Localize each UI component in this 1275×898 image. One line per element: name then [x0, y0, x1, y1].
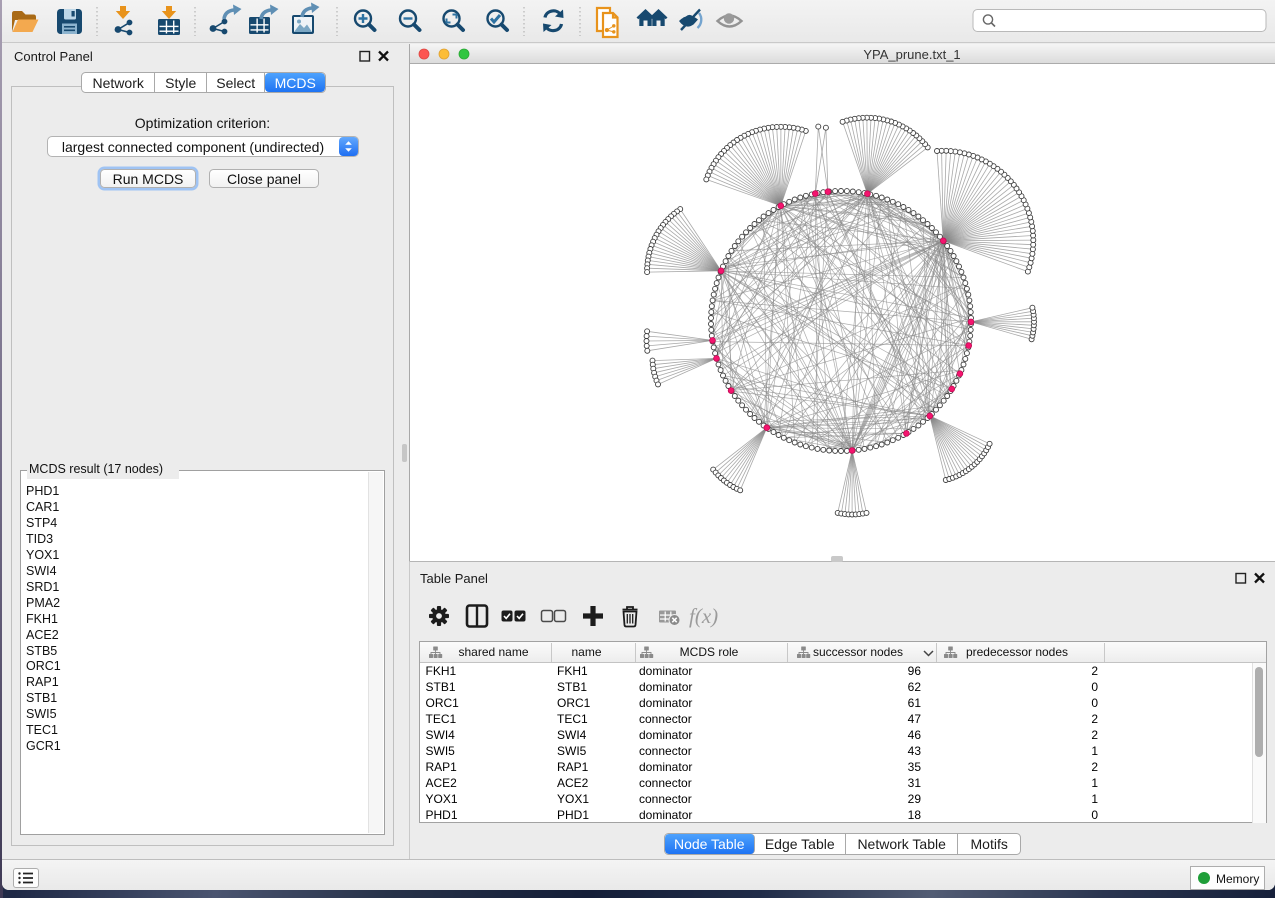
svg-text:f(x): f(x): [689, 604, 718, 628]
